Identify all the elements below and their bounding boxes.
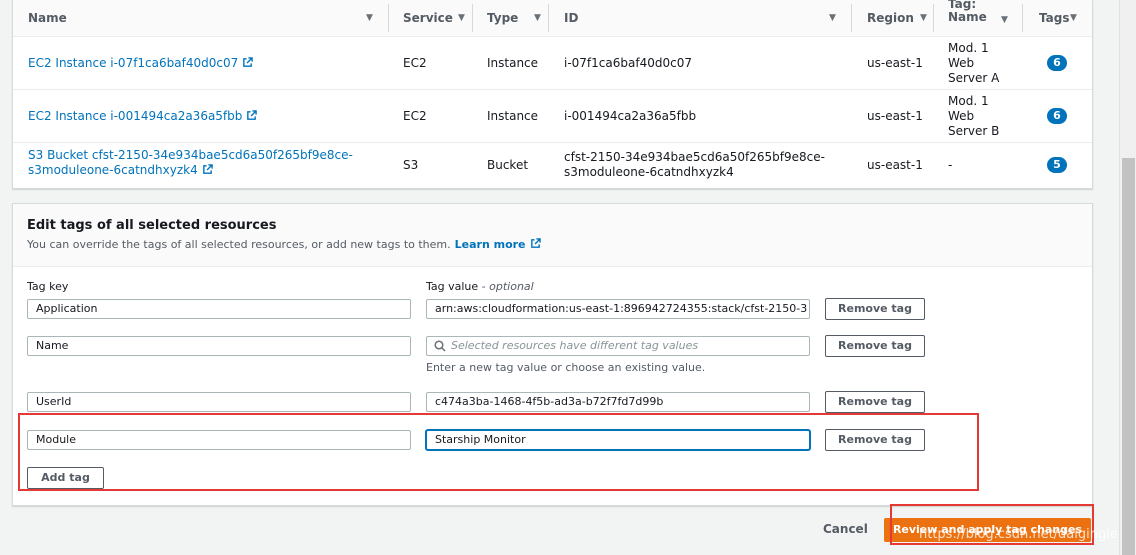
tag-name-cell: Mod. 1 Web Server A (948, 41, 1000, 85)
external-link-icon (202, 164, 213, 179)
id-cell: i-001494ca2a36a5fbb (564, 109, 697, 123)
tag-value-hint: Enter a new tag value or choose an exist… (426, 361, 706, 374)
remove-tag-button[interactable]: Remove tag (825, 391, 925, 413)
sort-caret-icon: ▼ (1001, 15, 1008, 25)
column-divider (851, 4, 852, 32)
column-divider (388, 4, 389, 32)
external-link-icon (530, 238, 541, 252)
sort-caret-icon: ▼ (1070, 13, 1077, 23)
external-link-icon (246, 110, 258, 125)
learn-more-link[interactable]: Learn more (455, 238, 526, 251)
cancel-button[interactable]: Cancel (823, 522, 868, 536)
tag-value-input[interactable]: Selected resources have different tag va… (426, 336, 810, 356)
tag-value-input[interactable]: arn:aws:cloudformation:us-east-1:8969427… (426, 299, 810, 319)
tags-count-badge: 6 (1047, 108, 1067, 124)
column-divider (1022, 4, 1023, 32)
tag-value-label: Tag value - optional (426, 280, 534, 293)
service-cell: EC2 (403, 56, 427, 70)
type-cell: Instance (487, 109, 539, 123)
sort-caret-icon: ▼ (829, 13, 836, 23)
remove-tag-button[interactable]: Remove tag (825, 429, 925, 451)
resource-link[interactable]: S3 Bucket cfst-2150-34e934bae5cd6a50f265… (28, 148, 353, 179)
sort-caret-icon: ▼ (534, 13, 541, 23)
sort-caret-icon: ▼ (366, 13, 373, 23)
column-header-type[interactable]: Type ▼ (487, 0, 557, 36)
id-cell: i-07f1ca6baf40d0c07 (564, 56, 692, 70)
table-row: S3 Bucket cfst-2150-34e934bae5cd6a50f265… (13, 143, 1092, 187)
region-cell: us-east-1 (867, 109, 923, 123)
tag-name-cell: - (948, 158, 953, 172)
type-cell: Bucket (487, 158, 529, 172)
id-cell: cfst-2150-34e934bae5cd6a50f265bf9e8ce- s… (564, 150, 825, 179)
type-cell: Instance (487, 56, 539, 70)
tag-name-cell: Mod. 1 Web Server B (948, 94, 1000, 138)
external-link-icon (242, 57, 254, 72)
region-cell: us-east-1 (867, 56, 923, 70)
column-header-service[interactable]: Service ▼ (403, 0, 473, 36)
sort-caret-icon: ▼ (920, 13, 927, 23)
tags-count-badge: 6 (1047, 55, 1067, 71)
edit-tags-header: Edit tags of all selected resources You … (13, 204, 1092, 267)
region-cell: us-east-1 (867, 158, 923, 172)
vertical-scrollbar[interactable] (1119, 0, 1136, 555)
column-divider (472, 4, 473, 32)
resources-table: Name ▼ Service ▼ Type ▼ ID ▼ Region ▼ Ta… (12, 0, 1093, 189)
service-cell: S3 (403, 158, 419, 172)
table-row: EC2 Instance i-07f1ca6baf40d0c07 EC2 Ins… (13, 37, 1092, 90)
resource-link[interactable]: EC2 Instance i-07f1ca6baf40d0c07 (28, 56, 254, 72)
tag-key-input[interactable]: UserId (27, 392, 411, 412)
tag-key-input[interactable]: Module (27, 430, 411, 450)
table-row: EC2 Instance i-001494ca2a36a5fbb EC2 Ins… (13, 90, 1092, 143)
tag-value-input[interactable]: c474a3ba-1468-4f5b-ad3a-b72f7fd7d99b (426, 392, 810, 412)
scrollbar-thumb[interactable] (1122, 158, 1135, 555)
section-description: You can override the tags of all selecte… (27, 238, 541, 252)
column-header-id[interactable]: ID ▼ (564, 0, 854, 36)
search-icon (434, 340, 446, 355)
watermark-text: https://blog.csdn.net/daigingle (919, 527, 1118, 542)
tag-key-input[interactable]: Name (27, 336, 411, 356)
column-header-region[interactable]: Region ▼ (867, 0, 937, 36)
edit-tags-panel: Edit tags of all selected resources You … (12, 203, 1093, 506)
section-title: Edit tags of all selected resources (27, 218, 277, 233)
remove-tag-button[interactable]: Remove tag (825, 298, 925, 320)
column-divider (933, 4, 934, 32)
service-cell: EC2 (403, 109, 427, 123)
add-tag-button[interactable]: Add tag (27, 467, 104, 489)
table-header: Name ▼ Service ▼ Type ▼ ID ▼ Region ▼ Ta… (13, 0, 1092, 37)
column-header-name[interactable]: Name ▼ (28, 0, 388, 36)
tag-key-label: Tag key (27, 280, 69, 293)
remove-tag-button[interactable]: Remove tag (825, 335, 925, 357)
column-header-tag-name[interactable]: Tag: Name ▼ (948, 0, 1018, 34)
tags-count-badge: 5 (1047, 157, 1067, 173)
sort-caret-icon: ▼ (458, 13, 465, 23)
tag-key-input[interactable]: Application (27, 299, 411, 319)
tag-value-input[interactable]: Starship Monitor (426, 430, 810, 450)
column-header-tags[interactable]: Tags ▼ (1039, 0, 1089, 36)
column-divider (548, 4, 549, 32)
resource-link[interactable]: EC2 Instance i-001494ca2a36a5fbb (28, 109, 258, 125)
